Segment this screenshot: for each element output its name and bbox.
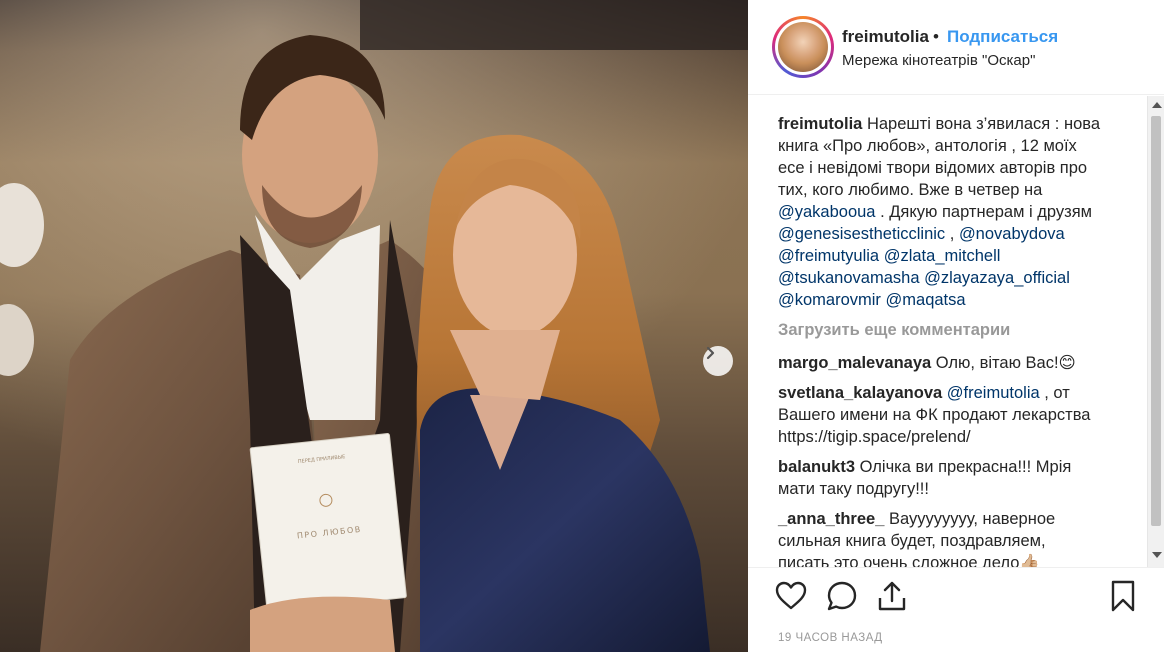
caption-line-1: Нарешті вона з’явилася : нова	[866, 115, 1101, 133]
comment-username[interactable]: balanukt3	[778, 458, 855, 476]
comment-username[interactable]: svetlana_kalayanova	[778, 384, 942, 402]
comments-scrollbar[interactable]	[1147, 96, 1164, 567]
comment-text: сильная книга будет, поздравляем,	[778, 532, 1046, 550]
post-details-panel: freimutolia • Подписаться Мережа кінотеа…	[748, 0, 1164, 652]
mention-link[interactable]: @novabydova	[959, 225, 1065, 243]
chevron-right-icon	[706, 346, 715, 360]
photo-illustration: ПЕРЕД ПРИЛИВЫЕ ПРО ЛЮБОВ	[0, 0, 748, 652]
avatar-image	[778, 22, 828, 72]
comments-list[interactable]: freimutolia Нарешті вона з’явилася : нов…	[748, 96, 1152, 567]
comment-text: https://tigip.space/prelend/	[778, 428, 971, 446]
scrollbar-thumb[interactable]	[1151, 116, 1161, 526]
follow-button[interactable]: Подписаться	[947, 27, 1058, 47]
next-photo-button[interactable]	[703, 346, 733, 376]
comment-text: Вашего имени на ФК продают лекарства	[778, 406, 1091, 424]
caption-line-5: . Дякую партнерам і друзям	[875, 203, 1092, 221]
comment-username[interactable]: margo_malevanaya	[778, 354, 931, 372]
comment-username[interactable]: _anna_three_	[778, 510, 884, 528]
mention-link[interactable]: @genesisestheticclinic	[778, 225, 945, 243]
post-actions-bar: 19 ЧАСОВ НАЗАД	[748, 567, 1164, 652]
mention-link[interactable]: @komarovmir	[778, 291, 881, 309]
caption-line-3: есе і невідомі твори відомих авторів про	[778, 159, 1088, 177]
post-timestamp: 19 ЧАСОВ НАЗАД	[778, 632, 883, 644]
bookmark-icon[interactable]	[1106, 579, 1140, 613]
comment-text: писать это очень сложное дело👍🏼	[778, 554, 1040, 567]
post-header: freimutolia • Подписаться Мережа кінотеа…	[748, 0, 1164, 95]
comment-item: margo_malevanaya Олю, вітаю Вас!😊	[778, 352, 1128, 374]
comment-icon[interactable]	[825, 579, 859, 613]
scroll-down-arrow[interactable]	[1152, 552, 1162, 558]
comment-item: _anna_three_ Вауууууууу, наверное сильна…	[778, 508, 1128, 567]
mention-link[interactable]: @zlayazaya_official	[924, 269, 1070, 287]
caption: freimutolia Нарешті вона з’явилася : нов…	[778, 113, 1128, 311]
mention-link[interactable]: @maqatsa	[886, 291, 966, 309]
mention-link[interactable]: @tsukanovamasha	[778, 269, 920, 287]
comment-text: мати таку подругу!!!	[778, 480, 929, 498]
caption-line-2: книга «Про любов», антологія , 12 моїх	[778, 137, 1077, 155]
comment-text: Олю, вітаю Вас!😊	[935, 354, 1076, 372]
comment-text: Вауууууууу, наверное	[888, 510, 1056, 528]
location-link[interactable]: Мережа кінотеатрів "Оскар"	[842, 52, 1035, 69]
caption-line-4: тих, кого любимо. Вже в четвер на	[778, 181, 1043, 199]
mention-link[interactable]: @zlata_mitchell	[884, 247, 1001, 265]
scroll-up-arrow[interactable]	[1152, 102, 1162, 108]
avatar[interactable]	[772, 16, 834, 78]
comment-item: svetlana_kalayanova @freimutolia , от Ва…	[778, 382, 1128, 448]
comment-item: balanukt3 Олічка ви прекрасна!!! Мрія ма…	[778, 456, 1128, 500]
header-separator: •	[933, 27, 939, 46]
comment-text: , от	[1039, 384, 1070, 402]
comment-text: Олічка ви прекрасна!!! Мрія	[859, 458, 1072, 476]
mention-link[interactable]: @yakabooua	[778, 203, 876, 221]
author-username[interactable]: freimutolia	[842, 27, 929, 47]
load-more-comments-button[interactable]: Загрузить еще комментарии	[778, 321, 1010, 340]
share-icon[interactable]	[875, 579, 909, 613]
caption-username[interactable]: freimutolia	[778, 115, 862, 133]
heart-icon[interactable]	[774, 579, 808, 613]
mention-link[interactable]: @freimutolia	[947, 384, 1040, 402]
post-photo[interactable]: ПЕРЕД ПРИЛИВЫЕ ПРО ЛЮБОВ	[0, 0, 748, 652]
mention-link[interactable]: @freimutyulia	[778, 247, 879, 265]
mention-separator: ,	[945, 225, 959, 243]
